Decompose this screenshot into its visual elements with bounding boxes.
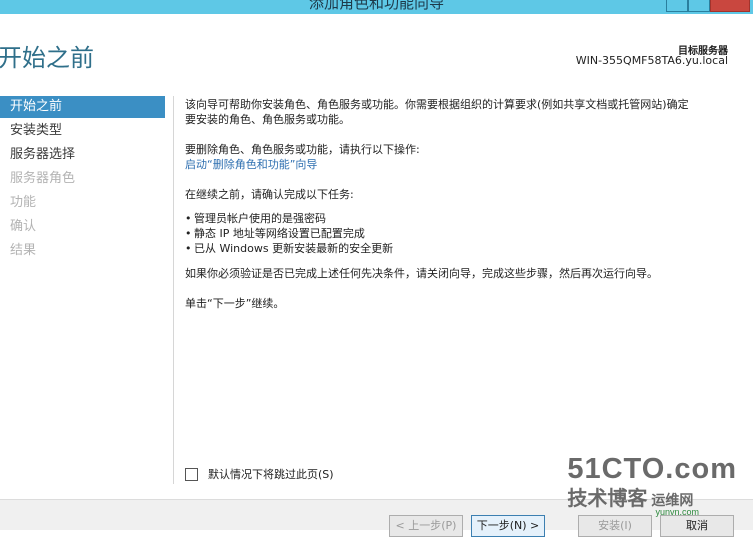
- skip-page-checkbox[interactable]: [185, 467, 198, 481]
- task-text: 静态 IP 地址等网络设置已配置完成: [194, 227, 365, 240]
- list-item: • 已从 Windows 更新安装最新的安全更新: [185, 241, 740, 256]
- intro-text-line2: 要安装的角色、角色服务或功能。: [185, 113, 350, 126]
- cancel-button[interactable]: 取消: [660, 515, 734, 537]
- sidebar-item-server-roles: 服务器角色: [10, 171, 76, 186]
- remove-instructions: 要删除角色、角色服务或功能，请执行以下操作:: [185, 143, 420, 156]
- sidebar-item-confirmation: 确认: [10, 219, 37, 234]
- task-text: 管理员帐户使用的是强密码: [194, 212, 326, 225]
- list-item: • 管理员帐户使用的是强密码: [185, 211, 740, 226]
- remove-roles-link[interactable]: 启动“删除角色和功能”向导: [185, 158, 317, 171]
- intro-text-line1: 该向导可帮助你安装角色、角色服务或功能。你需要根据组织的计算要求(例如共享文档或…: [185, 98, 689, 111]
- sidebar-divider: [173, 96, 174, 484]
- verify-text: 如果你必须验证是否已完成上述任何先决条件，请关闭向导，完成这些步骤，然后再次运行…: [185, 267, 658, 280]
- before-continue-text: 在继续之前，请确认完成以下任务:: [185, 188, 354, 201]
- maximize-button[interactable]: [688, 0, 710, 12]
- sidebar-item-results: 结果: [10, 243, 37, 258]
- sidebar-item-features: 功能: [10, 195, 37, 210]
- previous-button[interactable]: < 上一步(P): [389, 515, 463, 537]
- sidebar-item-server-selection[interactable]: 服务器选择: [0, 144, 165, 168]
- bullet-icon: •: [185, 212, 192, 225]
- title-bar: 添加角色和功能向导: [0, 0, 753, 14]
- bullet-icon: •: [185, 242, 192, 255]
- continue-text: 单击“下一步”继续。: [185, 297, 285, 310]
- task-text: 已从 Windows 更新安装最新的安全更新: [194, 242, 394, 255]
- sidebar-item-before-you-begin[interactable]: 开始之前: [0, 96, 165, 118]
- target-server-name: WIN-355QMF58TA6.yu.local: [575, 54, 728, 67]
- sidebar-item-installation-type[interactable]: 安装类型: [0, 120, 165, 144]
- watermark-url: yunvn.com: [655, 507, 699, 517]
- bullet-icon: •: [185, 227, 192, 240]
- watermark-logo: 51CTO.com 技术博客 运维网 yunvn.com: [567, 453, 737, 517]
- window-title: 添加角色和功能向导: [308, 0, 444, 12]
- wizard-content: 该向导可帮助你安装角色、角色服务或功能。你需要根据组织的计算要求(例如共享文档或…: [185, 97, 740, 311]
- minimize-button[interactable]: [666, 0, 688, 12]
- skip-page-option[interactable]: 默认情况下将跳过此页(S): [185, 466, 334, 482]
- watermark-blog: 技术博客 运维网: [567, 488, 694, 510]
- list-item: • 静态 IP 地址等网络设置已配置完成: [185, 226, 740, 241]
- task-list: • 管理员帐户使用的是强密码 • 静态 IP 地址等网络设置已配置完成 • 已从 Wi…: [185, 211, 740, 256]
- page-title: 开始之前: [0, 44, 94, 72]
- wizard-sidebar: 开始之前 安装类型 服务器选择 服务器角色 功能 确认 结果: [0, 96, 165, 264]
- skip-page-label[interactable]: 默认情况下将跳过此页(S): [208, 466, 334, 482]
- close-button[interactable]: [710, 0, 750, 12]
- next-button[interactable]: 下一步(N) >: [471, 515, 545, 537]
- install-button[interactable]: 安装(I): [578, 515, 652, 537]
